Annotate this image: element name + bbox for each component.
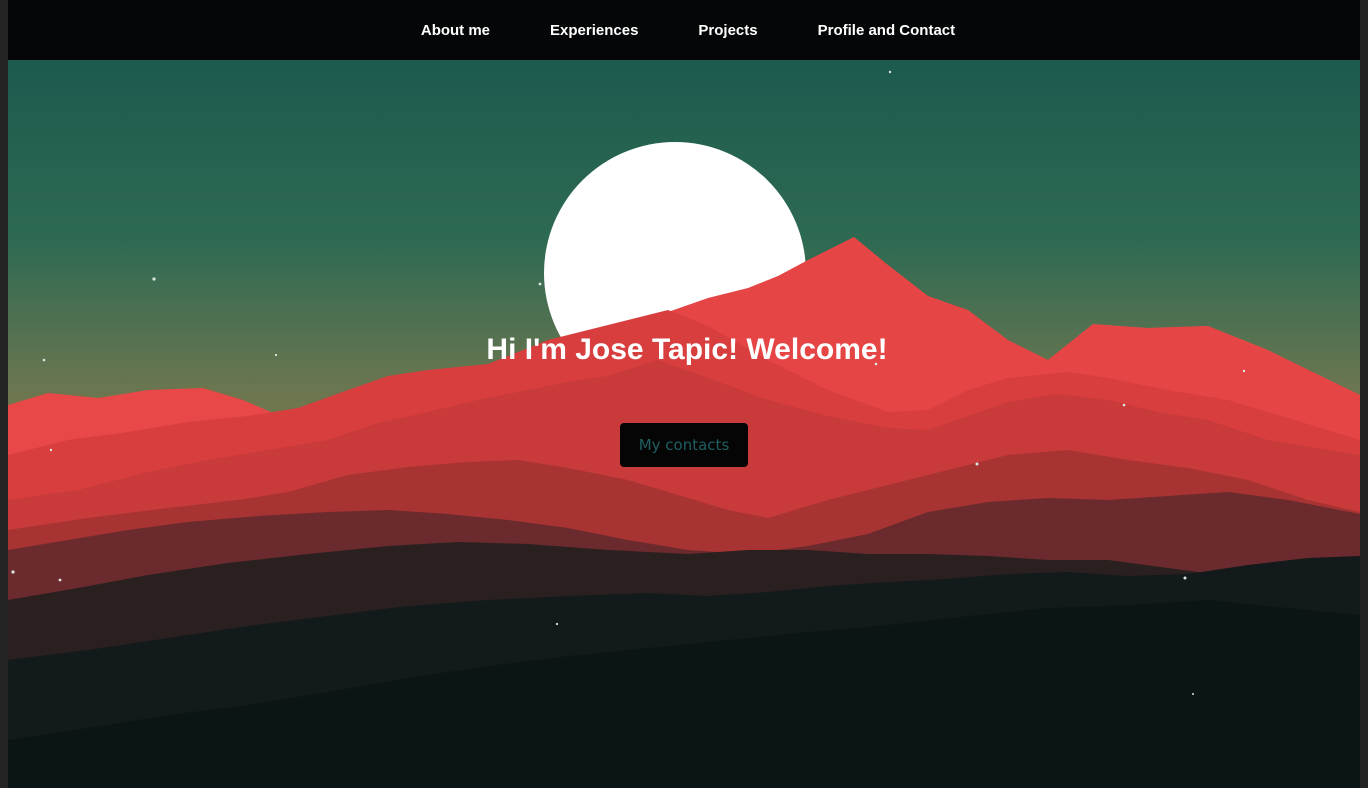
nav-links: About me Experiences Projects Profile an… (8, 0, 1360, 60)
hero-section: Hi I'm Jose Tapic! Welcome! My contacts (8, 60, 1360, 788)
hero-greeting: Hi I'm Jose Tapic! Welcome! (486, 333, 888, 366)
nav-link-projects[interactable]: Projects (698, 22, 757, 39)
nav-link-about-me[interactable]: About me (421, 22, 490, 39)
top-navbar: About me Experiences Projects Profile an… (8, 0, 1360, 60)
page: About me Experiences Projects Profile an… (0, 0, 1368, 788)
my-contacts-button[interactable]: My contacts (620, 423, 748, 467)
nav-link-experiences[interactable]: Experiences (550, 22, 638, 39)
nav-link-profile-contact[interactable]: Profile and Contact (818, 22, 956, 39)
